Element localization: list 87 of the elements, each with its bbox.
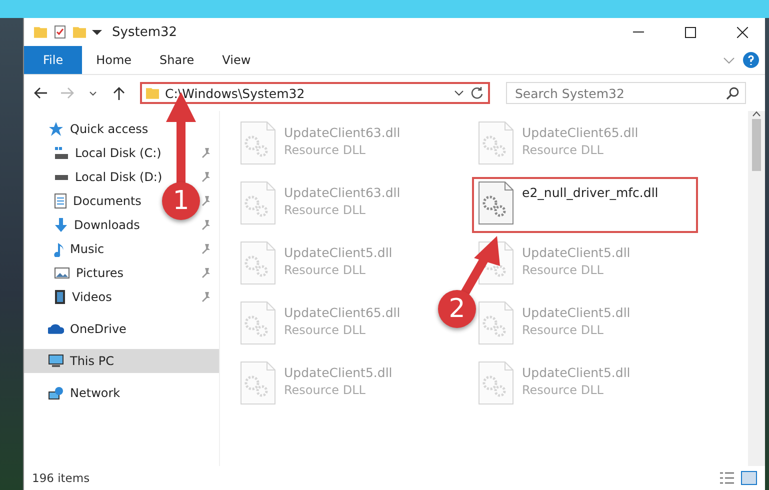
- details-view-icon[interactable]: [719, 471, 735, 485]
- gear-file-icon: [478, 361, 514, 405]
- file-name: UpdateClient63.dll: [284, 125, 400, 140]
- file-name: UpdateClient65.dll: [522, 125, 638, 140]
- item-count: 196 items: [32, 471, 90, 485]
- nav-item[interactable]: OneDrive: [70, 322, 126, 336]
- folder-icon: [146, 88, 159, 98]
- nav-item[interactable]: Documents: [73, 194, 142, 208]
- file-name: UpdateClient5.dll: [522, 365, 630, 380]
- minimize-icon[interactable]: [632, 31, 644, 33]
- drive-icon: [54, 146, 69, 160]
- file-name: UpdateClient5.dll: [522, 245, 630, 260]
- pin-icon[interactable]: [201, 244, 211, 254]
- film-icon: [54, 289, 66, 305]
- gear-file-icon: [240, 121, 276, 165]
- nav-item[interactable]: Downloads: [74, 218, 140, 232]
- properties-icon[interactable]: [53, 25, 67, 39]
- ribbon-tab[interactable]: Home: [82, 46, 146, 74]
- gear-file-icon: [478, 301, 514, 345]
- nav-item[interactable]: Music: [70, 242, 104, 256]
- file-name: UpdateClient5.dll: [284, 245, 392, 260]
- file-name: UpdateClient63.dll: [284, 185, 400, 200]
- file-name: UpdateClient5.dll: [522, 305, 630, 320]
- file-name: UpdateClient5.dll: [284, 365, 392, 380]
- nav-item[interactable]: Videos: [72, 290, 112, 304]
- close-icon[interactable]: [736, 26, 748, 38]
- file-type: Resource DLL: [284, 203, 366, 217]
- file-type: Resource DLL: [522, 263, 604, 277]
- file-type: Resource DLL: [284, 383, 366, 397]
- up-arrow-icon[interactable]: [113, 86, 125, 100]
- download-arrow-icon: [54, 217, 68, 233]
- nav-item[interactable]: Local Disk (D:): [75, 170, 162, 184]
- gear-file-icon: [240, 301, 276, 345]
- file-name: UpdateClient65.dll: [284, 305, 400, 320]
- pin-icon[interactable]: [201, 220, 211, 230]
- file-type: Resource DLL: [522, 323, 604, 337]
- file-type: Resource DLL: [522, 143, 604, 157]
- help-icon[interactable]: [743, 52, 759, 68]
- folder-icon: [73, 26, 86, 38]
- cloud-icon: [48, 324, 64, 334]
- folder-icon: [34, 26, 47, 38]
- nav-item[interactable]: Quick access: [70, 122, 148, 136]
- search-icon[interactable]: [726, 86, 739, 100]
- file-type: Resource DLL: [522, 383, 604, 397]
- ribbon-tab[interactable]: File: [24, 46, 82, 74]
- search-field[interactable]: Search System32: [506, 82, 746, 104]
- nav-item[interactable]: Local Disk (C:): [75, 146, 162, 160]
- address-field[interactable]: C:\Windows\System32: [140, 82, 490, 104]
- chevron-icon[interactable]: [723, 56, 735, 64]
- picture-icon: [54, 267, 70, 279]
- pin-icon[interactable]: [201, 172, 211, 182]
- pin-icon[interactable]: [201, 292, 211, 302]
- star-icon: [48, 121, 64, 137]
- computer-icon: [48, 354, 64, 368]
- gear-file-icon: [478, 181, 514, 225]
- window-title: System32: [112, 24, 178, 40]
- file-type: Resource DLL: [284, 263, 366, 277]
- ribbon-tab[interactable]: Share: [146, 46, 208, 74]
- pin-icon[interactable]: [201, 148, 211, 158]
- gear-file-icon: [240, 181, 276, 225]
- file-item[interactable]: e2_null_driver_mfc.dll: [472, 177, 698, 233]
- document-icon: [54, 193, 67, 209]
- network-icon: [48, 386, 64, 400]
- dropdown-icon[interactable]: [454, 90, 464, 96]
- back-arrow-icon[interactable]: [34, 87, 48, 99]
- pin-icon[interactable]: [201, 268, 211, 278]
- pin-icon[interactable]: [201, 196, 211, 206]
- refresh-icon[interactable]: [470, 86, 484, 100]
- nav-item[interactable]: Network: [70, 386, 120, 400]
- gear-file-icon: [240, 241, 276, 285]
- large-icons-view-icon[interactable]: [741, 471, 757, 485]
- file-type: Resource DLL: [284, 143, 366, 157]
- scrollbar[interactable]: [748, 111, 765, 466]
- scrollbar-thumb[interactable]: [752, 119, 761, 171]
- drive-icon: [54, 174, 69, 180]
- gear-file-icon: [478, 121, 514, 165]
- nav-item[interactable]: Pictures: [76, 266, 124, 280]
- customize-toolbar-icon[interactable]: [92, 30, 102, 34]
- nav-item[interactable]: This PC: [24, 349, 219, 373]
- caret-icon[interactable]: [89, 90, 97, 96]
- maximize-icon[interactable]: [684, 26, 696, 38]
- file-name: e2_null_driver_mfc.dll: [522, 185, 658, 200]
- ribbon-tab[interactable]: View: [208, 46, 265, 74]
- music-note-icon: [54, 242, 64, 256]
- scroll-up-icon[interactable]: [752, 111, 761, 117]
- gear-file-icon: [240, 361, 276, 405]
- file-type: Resource DLL: [284, 323, 366, 337]
